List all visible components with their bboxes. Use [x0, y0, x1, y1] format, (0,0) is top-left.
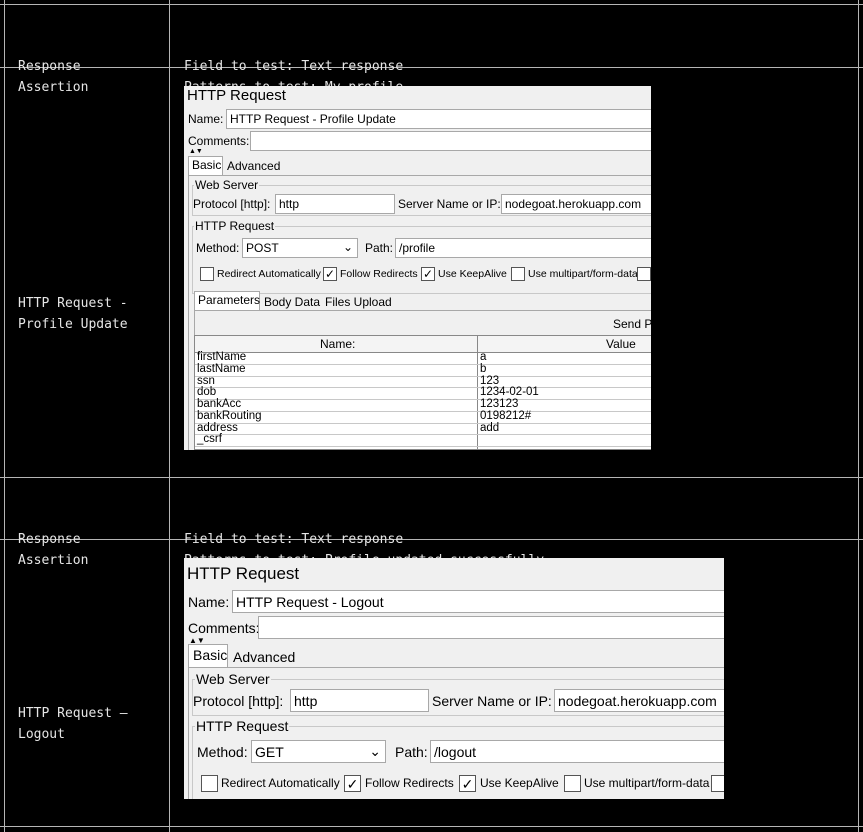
http-request-screenshot-profile-update: HTTP Request Name: HTTP Request - Profil… — [184, 86, 651, 450]
use-keepalive-checkbox[interactable]: ✓ — [421, 267, 435, 281]
collapse-arrows-icon[interactable]: ▲▼ — [189, 148, 203, 155]
table-row[interactable]: dob 1234-02-01 — [195, 386, 651, 401]
table-row-divider — [0, 826, 863, 827]
method-label: Method: — [196, 241, 240, 255]
checkbox-label: Redirect Automatically — [217, 268, 321, 280]
browser-compatible-checkbox[interactable] — [711, 775, 724, 792]
table-row-divider — [0, 477, 863, 478]
name-field[interactable]: HTTP Request - Profile Update — [226, 109, 651, 129]
table-row[interactable]: _csrf — [195, 433, 651, 448]
tab-advanced[interactable]: Advanced — [227, 159, 280, 173]
checkbox-label: Use multipart/form-data — [584, 776, 710, 790]
protocol-field[interactable]: http — [275, 194, 395, 214]
send-parameters-label: Send P — [613, 317, 651, 331]
row-label: Response Assertion — [18, 532, 89, 568]
table-row[interactable]: address add — [195, 421, 651, 436]
path-field[interactable]: /logout — [430, 740, 724, 763]
use-multipart-checkbox[interactable] — [511, 267, 525, 281]
comments-field[interactable] — [250, 131, 651, 151]
checkbox-label: Use multipart/form-data — [528, 268, 638, 280]
follow-redirects-checkbox[interactable]: ✓ — [323, 267, 337, 281]
row-label: HTTP Request – Logout — [18, 706, 128, 742]
name-label: Name: — [188, 112, 224, 126]
table-border-top — [0, 4, 863, 5]
chevron-down-icon: ⌄ — [342, 240, 353, 254]
server-label: Server Name or IP: — [432, 693, 552, 709]
tab-advanced[interactable]: Advanced — [233, 649, 295, 665]
table-row[interactable]: lastName b — [195, 363, 651, 377]
table-border-right — [858, 0, 859, 832]
chevron-down-icon: ⌄ — [369, 743, 381, 759]
tab-basic-label: Basic — [193, 647, 228, 663]
use-multipart-checkbox[interactable] — [564, 775, 581, 792]
http-request-screenshot-logout: HTTP Request Name: HTTP Request - Logout… — [184, 558, 724, 799]
table-row[interactable]: bankRouting 0198212# — [195, 410, 651, 424]
tab-files-upload[interactable]: Files Upload — [325, 295, 392, 309]
server-label: Server Name or IP: — [398, 197, 501, 211]
protocol-field[interactable]: http — [290, 689, 429, 712]
path-field[interactable]: /profile — [395, 238, 651, 258]
checkbox-label: Redirect Automatically — [221, 776, 340, 790]
server-field[interactable]: nodegoat.herokuapp.com — [554, 689, 724, 712]
method-label: Method: — [197, 744, 248, 760]
table-header — [195, 336, 651, 353]
column-header-name: Name: — [320, 337, 356, 351]
comments-label: Comments: — [188, 620, 260, 636]
http-request-group-label: HTTP Request — [195, 718, 290, 734]
server-field[interactable]: nodegoat.herokuapp.com — [501, 194, 651, 214]
row-label: Response Assertion — [18, 59, 89, 95]
param-value-cell: add — [480, 421, 500, 434]
tab-body-data[interactable]: Body Data — [264, 295, 320, 309]
table-row-divider — [0, 67, 863, 68]
table-row[interactable]: bankAcc 123123 — [195, 398, 651, 412]
checkbox-label: Follow Redirects — [340, 268, 418, 280]
parameters-table: Name: Value firstName a lastName b ssn 123 dob… — [194, 335, 651, 450]
http-request-group — [192, 226, 651, 294]
path-label: Path: — [395, 744, 428, 760]
follow-redirects-checkbox[interactable]: ✓ — [344, 775, 361, 792]
comments-field[interactable] — [258, 616, 724, 639]
name-field[interactable]: HTTP Request - Logout — [232, 590, 724, 613]
column-header-value: Value — [606, 337, 636, 351]
comments-label: Comments: — [188, 134, 250, 148]
redirect-automatically-checkbox[interactable] — [200, 267, 214, 281]
panel-title: HTTP Request — [187, 564, 300, 583]
checkbox-label: Follow Redirects — [365, 776, 454, 790]
path-label: Path: — [365, 241, 394, 255]
method-select[interactable]: POST ⌄ — [242, 238, 358, 258]
table-row[interactable]: firstName a — [195, 351, 651, 365]
use-keepalive-checkbox[interactable]: ✓ — [459, 775, 476, 792]
web-server-label: Web Server — [195, 671, 271, 687]
param-name-cell: _csrf — [197, 433, 222, 446]
table-column-divider — [169, 0, 170, 832]
protocol-label: Protocol [http]: — [193, 693, 284, 709]
checkbox-label: Use KeepAlive — [438, 268, 507, 280]
web-server-label: Web Server — [194, 178, 260, 192]
tab-parameters-label: Parameters — [198, 293, 261, 307]
table-border-left — [4, 0, 5, 832]
checkbox-label: Use KeepAlive — [480, 776, 559, 790]
http-request-group-label: HTTP Request — [194, 219, 276, 233]
browser-compatible-checkbox[interactable] — [637, 267, 651, 281]
table-row[interactable]: ssn 123 — [195, 375, 651, 389]
name-label: Name: — [188, 594, 230, 610]
tab-basic-label: Basic — [192, 158, 222, 172]
redirect-automatically-checkbox[interactable] — [201, 775, 218, 792]
panel-title: HTTP Request — [187, 87, 286, 104]
row-label: HTTP Request - Profile Update — [18, 296, 128, 332]
protocol-label: Protocol [http]: — [193, 197, 271, 211]
method-select[interactable]: GET ⌄ — [251, 740, 386, 763]
